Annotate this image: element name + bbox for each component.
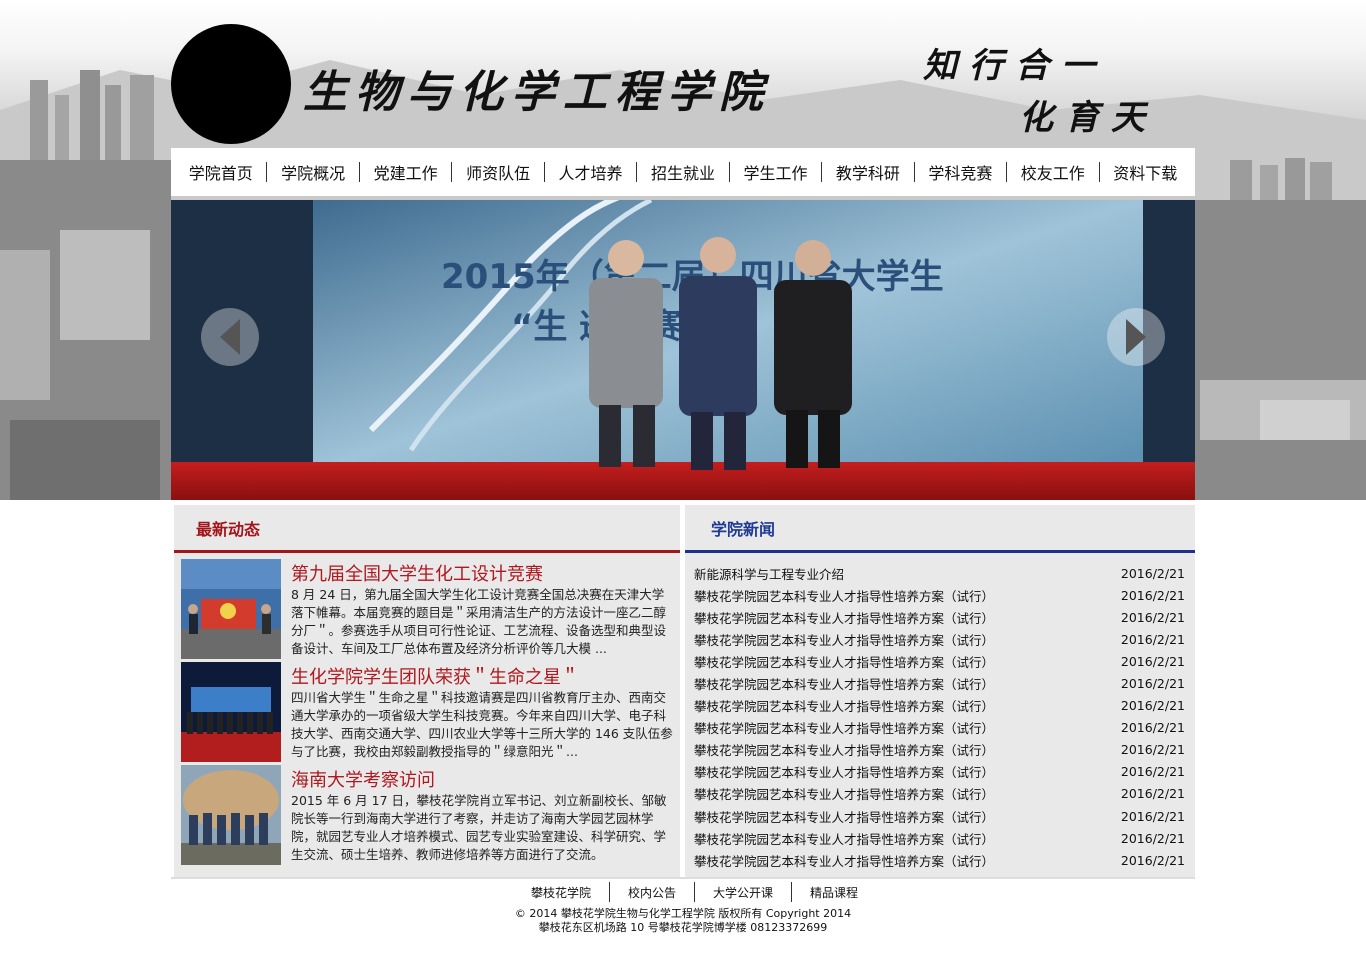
footer-copyright: © 2014 攀枝花学院生物与化学工程学院 版权所有 Copyright 201… [171,907,1195,935]
news-date: 2016/2/21 [1120,786,1185,802]
news-date: 2016/2/21 [1120,565,1185,581]
list-item[interactable]: 攀枝花学院园艺本科专业人才指导性培养方案（试行） 2016/2/21 [694,783,1185,805]
news-date: 2016/2/21 [1120,852,1185,868]
news-link[interactable]: 攀枝花学院园艺本科专业人才指导性培养方案（试行） [694,851,1094,870]
college-news-heading: 学院新闻 [685,505,1195,553]
news-link[interactable]: 攀枝花学院园艺本科专业人才指导性培养方案（试行） [694,586,1094,605]
latest-updates-panel: 最新动态 第九届全国大学生化工设计竞赛 8 月 24 日，第九届全国大学生化工设… [174,505,680,877]
footer-links: 攀枝花学院 校内公告 大学公开课 精品课程 [513,881,876,903]
news-link[interactable]: 新能源科学与工程专业介绍 [694,564,1094,583]
news-title[interactable]: 海南大学考察访问 [291,766,676,792]
news-thumbnail[interactable] [181,559,281,659]
news-summary: 8 月 24 日，第九届全国大学生化工设计竞赛全国总决赛在天津大学落下帷幕。本届… [291,587,667,656]
list-item[interactable]: 攀枝花学院园艺本科专业人才指导性培养方案（试行） 2016/2/21 [694,739,1185,761]
nav-item-research[interactable]: 教学科研 [822,160,913,184]
news-date: 2016/2/21 [1120,631,1185,647]
content-panels: 最新动态 第九届全国大学生化工设计竞赛 8 月 24 日，第九届全国大学生化工设… [171,505,1195,877]
news-date: 2016/2/21 [1120,609,1185,625]
nav-item-students[interactable]: 学生工作 [730,160,821,184]
news-date: 2016/2/21 [1120,587,1185,603]
list-item[interactable]: 攀枝花学院园艺本科专业人才指导性培养方案（试行） 2016/2/21 [694,695,1185,717]
news-item[interactable]: 第九届全国大学生化工设计竞赛 8 月 24 日，第九届全国大学生化工设计竞赛全国… [174,559,680,662]
list-item[interactable]: 新能源科学与工程专业介绍 2016/2/21 [694,562,1185,584]
news-link[interactable]: 攀枝花学院园艺本科专业人才指导性培养方案（试行） [694,652,1094,671]
college-news-panel: 学院新闻 新能源科学与工程专业介绍 2016/2/21 攀枝花学院园艺本科专业人才… [685,505,1195,877]
news-link[interactable]: 攀枝花学院园艺本科专业人才指导性培养方案（试行） [694,807,1094,826]
carousel-next-button[interactable] [1107,308,1165,366]
news-item[interactable]: 生化学院学生团队荣获＂生命之星＂ 四川省大学生＂生命之星＂科技邀请赛是四川省教育… [174,662,680,765]
footer-link-university[interactable]: 攀枝花学院 [513,884,609,901]
news-link[interactable]: 攀枝花学院园艺本科专业人才指导性培养方案（试行） [694,784,1094,803]
news-title[interactable]: 第九届全国大学生化工设计竞赛 [291,560,676,586]
news-summary: 四川省大学生＂生命之星＂科技邀请赛是四川省教育厅主办、西南交通大学承办的一项省级… [291,690,673,759]
news-item[interactable]: 海南大学考察访问 2015 年 6 月 17 日，攀枝花学院肖立军书记、刘立新副… [174,765,680,868]
news-thumbnail[interactable] [181,765,281,865]
college-news-list: 新能源科学与工程专业介绍 2016/2/21 攀枝花学院园艺本科专业人才指导性培养… [685,553,1195,871]
news-link[interactable]: 攀枝花学院园艺本科专业人才指导性培养方案（试行） [694,718,1094,737]
nav-item-admission[interactable]: 招生就业 [637,160,728,184]
list-item[interactable]: 攀枝花学院园艺本科专业人才指导性培养方案（试行） 2016/2/21 [694,650,1185,672]
list-item[interactable]: 攀枝花学院园艺本科专业人才指导性培养方案（试行） 2016/2/21 [694,717,1185,739]
chevron-left-icon [220,319,240,355]
news-link[interactable]: 攀枝花学院园艺本科专业人才指导性培养方案（试行） [694,829,1094,848]
news-link[interactable]: 攀枝花学院园艺本科专业人才指导性培养方案（试行） [694,674,1094,693]
banner-slide-image: 2015年（第二届）四川省大学生 “生 邀请赛 [171,200,1195,500]
nav-item-home[interactable]: 学院首页 [175,160,266,184]
news-date: 2016/2/21 [1120,698,1185,714]
news-link[interactable]: 攀枝花学院园艺本科专业人才指导性培养方案（试行） [694,740,1094,759]
news-date: 2016/2/21 [1120,676,1185,692]
motto-line-1: 知行合一 [923,46,1107,86]
news-date: 2016/2/21 [1120,653,1185,669]
list-item[interactable]: 攀枝花学院园艺本科专业人才指导性培养方案（试行） 2016/2/21 [694,606,1185,628]
banner-carousel: 2015年（第二届）四川省大学生 “生 邀请赛 [171,200,1195,500]
news-title[interactable]: 生化学院学生团队荣获＂生命之星＂ [291,663,676,689]
nav-item-downloads[interactable]: 资料下载 [1100,160,1191,184]
news-summary: 2015 年 6 月 17 日，攀枝花学院肖立军书记、刘立新副校长、邹敏院长等一… [291,793,667,862]
footer-link-announcements[interactable]: 校内公告 [610,884,694,901]
news-link[interactable]: 攀枝花学院园艺本科专业人才指导性培养方案（试行） [694,762,1094,781]
news-date: 2016/2/21 [1120,830,1185,846]
list-item[interactable]: 攀枝花学院园艺本科专业人才指导性培养方案（试行） 2016/2/21 [694,827,1185,849]
site-header: 生物与化学工程学院 知行合一 化育天工 [171,0,1195,187]
list-item[interactable]: 攀枝花学院园艺本科专业人才指导性培养方案（试行） 2016/2/21 [694,805,1185,827]
news-date: 2016/2/21 [1120,764,1185,780]
news-date: 2016/2/21 [1120,742,1185,758]
news-link[interactable]: 攀枝花学院园艺本科专业人才指导性培养方案（试行） [694,696,1094,715]
list-item[interactable]: 攀枝花学院园艺本科专业人才指导性培养方案（试行） 2016/2/21 [694,584,1185,606]
copyright-text: © 2014 攀枝花学院生物与化学工程学院 版权所有 Copyright 201… [514,907,852,920]
list-item[interactable]: 攀枝花学院园艺本科专业人才指导性培养方案（试行） 2016/2/21 [694,628,1185,650]
carousel-prev-button[interactable] [201,308,259,366]
college-logo[interactable] [171,24,291,144]
nav-item-faculty[interactable]: 师资队伍 [452,160,543,184]
news-link[interactable]: 攀枝花学院园艺本科专业人才指导性培养方案（试行） [694,608,1094,627]
news-thumbnail[interactable] [181,662,281,762]
footer-divider [171,877,1195,879]
footer-link-open-courses[interactable]: 大学公开课 [695,884,791,901]
news-date: 2016/2/21 [1120,808,1185,824]
nav-item-training[interactable]: 人才培养 [545,160,636,184]
nav-item-overview[interactable]: 学院概况 [267,160,358,184]
nav-item-party[interactable]: 党建工作 [360,160,451,184]
nav-item-competition[interactable]: 学科竞赛 [915,160,1006,184]
list-item[interactable]: 攀枝花学院园艺本科专业人才指导性培养方案（试行） 2016/2/21 [694,761,1185,783]
list-item[interactable]: 攀枝花学院园艺本科专业人才指导性培养方案（试行） 2016/2/21 [694,849,1185,871]
main-nav: 学院首页 学院概况 党建工作 师资队伍 人才培养 招生就业 学生工作 教学科研 … [171,148,1195,196]
chevron-right-icon [1126,319,1146,355]
page-container: 生物与化学工程学院 知行合一 化育天工 学院首页 学院概况 党建工作 师资队伍 … [171,0,1195,934]
news-link[interactable]: 攀枝花学院园艺本科专业人才指导性培养方案（试行） [694,630,1094,649]
list-item[interactable]: 攀枝花学院园艺本科专业人才指导性培养方案（试行） 2016/2/21 [694,672,1185,694]
address-text: 攀枝花东区机场路 10 号攀枝花学院博学楼 08123372699 [538,921,828,934]
latest-updates-heading: 最新动态 [174,505,680,553]
news-date: 2016/2/21 [1120,720,1185,736]
footer-link-quality-courses[interactable]: 精品课程 [792,884,876,901]
site-title: 生物与化学工程学院 [303,67,771,118]
nav-item-alumni[interactable]: 校友工作 [1007,160,1098,184]
